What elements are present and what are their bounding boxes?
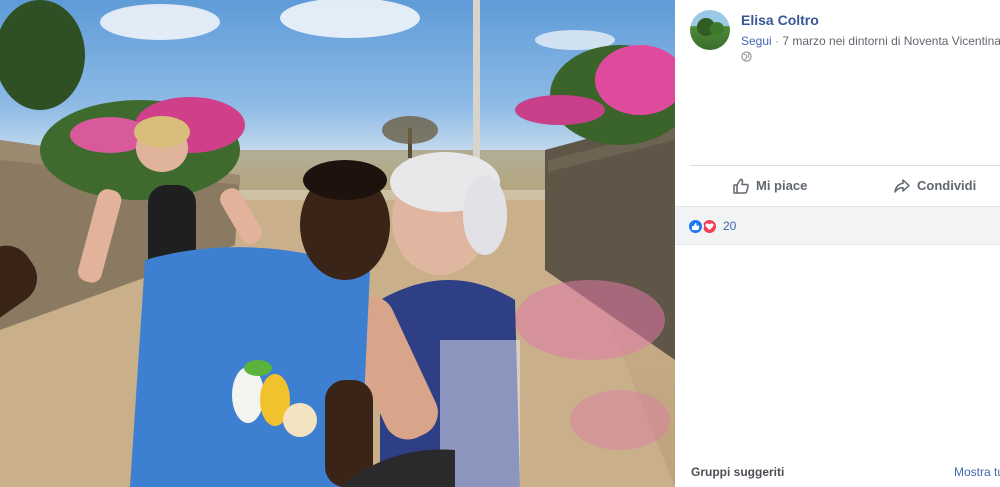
- post-photo[interactable]: [0, 0, 675, 487]
- follow-link[interactable]: Segui: [741, 34, 772, 48]
- like-icon: [687, 218, 704, 235]
- author-avatar[interactable]: [690, 10, 730, 50]
- show-all-link[interactable]: Mostra tu: [954, 465, 1000, 479]
- reactions-bar: 20: [675, 206, 1000, 245]
- author-name-link[interactable]: Elisa Coltro: [741, 12, 819, 28]
- like-label: Mi piace: [756, 178, 808, 193]
- share-label: Condividi: [917, 178, 977, 193]
- photo-illustration: [0, 0, 675, 487]
- meta-separator: ·: [771, 34, 783, 48]
- post-meta: Segui · 7 marzo nei dintorni di Noventa …: [741, 34, 1000, 48]
- like-button[interactable]: Mi piace: [732, 166, 807, 205]
- suggested-groups-title: Gruppi suggeriti: [691, 465, 785, 479]
- share-button[interactable]: Condividi: [893, 166, 976, 205]
- globe-icon: [741, 51, 752, 62]
- reaction-count[interactable]: 20: [723, 219, 736, 233]
- thumbs-up-icon: [733, 178, 749, 194]
- share-arrow-icon: [894, 178, 910, 193]
- post-sidebar: Elisa Coltro Segui · 7 marzo nei dintorn…: [675, 0, 1000, 487]
- post-date-location[interactable]: 7 marzo nei dintorni di Noventa Vicentin…: [782, 34, 1000, 48]
- reaction-icons[interactable]: [687, 218, 721, 235]
